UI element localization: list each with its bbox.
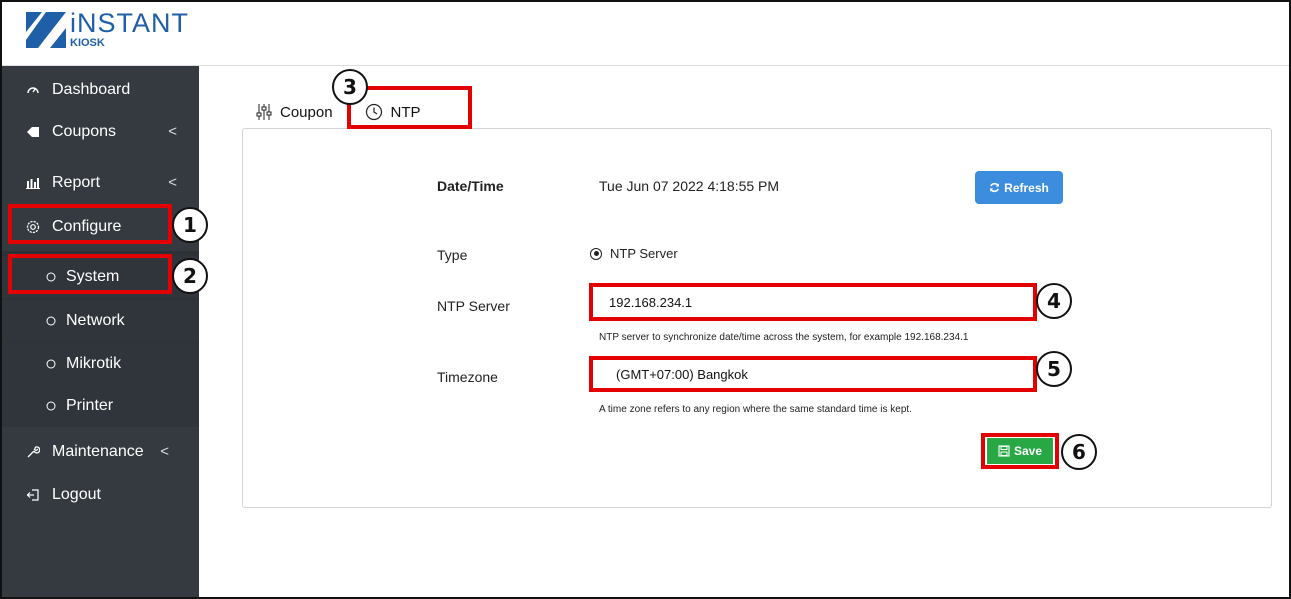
tab-label: NTP — [390, 103, 421, 121]
tab-ntp[interactable]: NTP — [365, 103, 421, 121]
sliders-icon — [256, 103, 272, 121]
ntp-server-label: NTP Server — [437, 298, 510, 314]
datetime-value: Tue Jun 07 2022 4:18:55 PM — [599, 178, 780, 194]
wrench-icon — [22, 445, 44, 459]
refresh-button[interactable]: Refresh — [975, 171, 1063, 204]
tab-coupon[interactable]: Coupon — [256, 103, 333, 121]
callout-badge-3: 3 — [332, 69, 368, 105]
callout-badge-2: 2 — [172, 258, 208, 294]
sidebar-item-label: Printer — [66, 397, 114, 414]
logo-mark-icon — [26, 12, 66, 48]
sidebar-item-label: Coupons — [52, 123, 117, 140]
brand-logo[interactable]: iNSTANT KIOSK — [26, 10, 189, 50]
sidebar-item-mikrotik[interactable]: Mikrotik — [2, 343, 199, 385]
refresh-icon — [989, 182, 1000, 193]
sidebar-item-label: Mikrotik — [66, 355, 122, 372]
chevron-left-icon: < — [160, 443, 169, 460]
brand-title: iNSTANT — [70, 8, 189, 38]
brand-subtitle: KIOSK — [70, 37, 105, 49]
logout-icon — [22, 488, 44, 502]
sidebar-item-maintenance[interactable]: Maintenance < — [2, 431, 199, 473]
callout-badge-4: 4 — [1036, 283, 1072, 319]
sidebar-item-printer[interactable]: Printer — [2, 385, 199, 427]
sidebar: Dashboard Coupons < Report < Configure S… — [2, 66, 199, 597]
top-bar: iNSTANT KIOSK — [2, 2, 1289, 66]
timezone-label: Timezone — [437, 369, 498, 385]
gear-icon — [22, 219, 44, 235]
sidebar-item-label: System — [66, 268, 120, 285]
circle-icon — [44, 316, 58, 326]
chevron-left-icon: < — [168, 174, 177, 191]
save-button-label: Save — [1013, 444, 1043, 458]
sidebar-item-label: Report — [52, 174, 101, 191]
circle-icon — [44, 359, 58, 369]
ntp-server-input[interactable]: 192.168.234.1 — [599, 287, 1031, 317]
sidebar-item-label: Maintenance — [52, 443, 144, 460]
sidebar-item-label: Network — [66, 312, 125, 329]
circle-icon — [44, 272, 58, 282]
save-button[interactable]: Save — [987, 438, 1053, 464]
sidebar-item-label: Configure — [52, 218, 122, 235]
sidebar-item-label: Logout — [52, 486, 101, 503]
type-option-label: NTP Server — [610, 246, 678, 261]
sidebar-item-network[interactable]: Network — [2, 300, 199, 342]
tag-icon — [22, 126, 44, 138]
refresh-button-label: Refresh — [1004, 180, 1049, 195]
sidebar-item-label: Dashboard — [52, 81, 131, 98]
callout-badge-5: 5 — [1036, 351, 1072, 387]
circle-icon — [44, 401, 58, 411]
sidebar-item-report[interactable]: Report < — [2, 162, 199, 204]
gauge-icon — [22, 83, 44, 97]
type-label: Type — [437, 247, 468, 263]
callout-badge-1: 1 — [172, 207, 208, 243]
bar-chart-icon — [22, 177, 44, 189]
sidebar-item-logout[interactable]: Logout — [2, 474, 199, 516]
sidebar-item-dashboard[interactable]: Dashboard — [2, 69, 199, 111]
tab-label: Coupon — [280, 103, 333, 121]
datetime-label: Date/Time — [437, 178, 504, 194]
clock-icon — [365, 103, 383, 121]
chevron-left-icon: < — [168, 123, 177, 140]
timezone-select[interactable]: (GMT+07:00) Bangkok — [606, 360, 1031, 388]
sidebar-item-coupons[interactable]: Coupons < — [2, 111, 199, 153]
ntp-server-hint: NTP server to synchronize date/time acro… — [599, 332, 969, 343]
sidebar-item-configure[interactable]: Configure — [2, 206, 199, 248]
sidebar-item-system[interactable]: System — [2, 256, 199, 298]
radio-selected-icon[interactable] — [590, 247, 602, 260]
timezone-hint: A time zone refers to any region where t… — [599, 404, 912, 415]
callout-badge-6: 6 — [1061, 434, 1097, 470]
floppy-disk-icon — [998, 445, 1010, 457]
type-radio-option[interactable]: NTP Server — [590, 246, 678, 261]
